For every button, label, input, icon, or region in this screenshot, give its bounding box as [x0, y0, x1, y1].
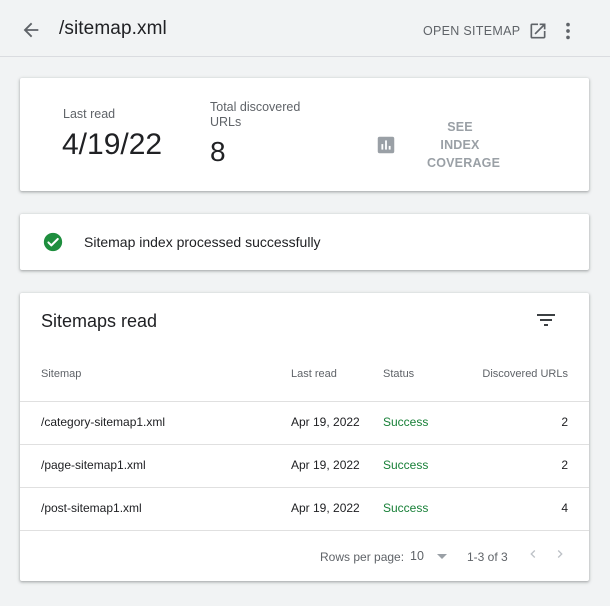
status-cell: Success: [383, 501, 429, 515]
last-read-value: 4/19/22: [62, 128, 163, 161]
dropdown-caret-icon[interactable]: [437, 554, 447, 559]
check-circle-icon: [43, 232, 63, 252]
column-header-sitemap[interactable]: Sitemap: [41, 368, 81, 380]
last-read-cell: Apr 19, 2022: [291, 415, 360, 429]
column-header-discovered-urls[interactable]: Discovered URLs: [482, 368, 568, 380]
bar-chart-icon: [377, 136, 395, 154]
last-read-cell: Apr 19, 2022: [291, 501, 360, 515]
last-read-cell: Apr 19, 2022: [291, 458, 360, 472]
sitemaps-table-card: Sitemaps read Sitemap Last read Status D…: [20, 293, 589, 581]
see-index-coverage-button[interactable]: SEE INDEX COVERAGE: [375, 118, 501, 172]
open-sitemap-button[interactable]: OPEN SITEMAP: [423, 20, 548, 42]
open-in-new-icon: [530, 23, 546, 39]
status-cell: Success: [383, 415, 429, 429]
pagination-range: 1-3 of 3: [467, 550, 508, 564]
status-message: Sitemap index processed successfully: [84, 234, 321, 250]
status-cell: Success: [383, 458, 429, 472]
sitemap-cell: /post-sitemap1.xml: [41, 501, 142, 515]
page-title: /sitemap.xml: [59, 18, 167, 39]
sitemap-cell: /page-sitemap1.xml: [41, 458, 146, 472]
discovered-urls-value: 8: [210, 136, 226, 167]
chevron-left-icon[interactable]: [525, 546, 541, 562]
status-card: Sitemap index processed successfully: [20, 214, 589, 270]
arrow-back-icon[interactable]: [20, 19, 42, 41]
last-read-label: Last read: [63, 107, 116, 121]
discovered-urls-cell: 2: [561, 415, 568, 429]
table-row[interactable]: /category-sitemap1.xml Apr 19, 2022 Succ…: [20, 401, 589, 444]
more-vert-icon[interactable]: [557, 20, 579, 42]
rows-per-page-select[interactable]: 10: [410, 549, 424, 563]
filter-icon[interactable]: [534, 308, 558, 332]
chevron-right-icon[interactable]: [552, 546, 568, 562]
column-header-status[interactable]: Status: [383, 368, 414, 380]
sitemaps-title: Sitemaps read: [41, 311, 158, 331]
discovered-urls-cell: 4: [561, 501, 568, 515]
open-sitemap-label: OPEN SITEMAP: [423, 24, 521, 38]
table-row[interactable]: /page-sitemap1.xml Apr 19, 2022 Success …: [20, 444, 589, 487]
pagination: Rows per page: 10 1-3 of 3: [20, 542, 589, 570]
rows-per-page-label: Rows per page:: [320, 550, 405, 564]
discovered-urls-label: Total discovered URLs: [210, 100, 301, 129]
summary-card: Last read 4/19/22 Total discovered URLs …: [20, 78, 589, 191]
table-divider: [20, 530, 589, 531]
see-index-coverage-label: SEE INDEX COVERAGE: [427, 120, 501, 170]
discovered-urls-cell: 2: [561, 458, 568, 472]
sitemap-cell: /category-sitemap1.xml: [41, 415, 166, 429]
table-row[interactable]: /post-sitemap1.xml Apr 19, 2022 Success …: [20, 487, 589, 530]
top-bar: /sitemap.xml OPEN SITEMAP: [0, 0, 610, 57]
column-header-last-read[interactable]: Last read: [291, 368, 337, 380]
